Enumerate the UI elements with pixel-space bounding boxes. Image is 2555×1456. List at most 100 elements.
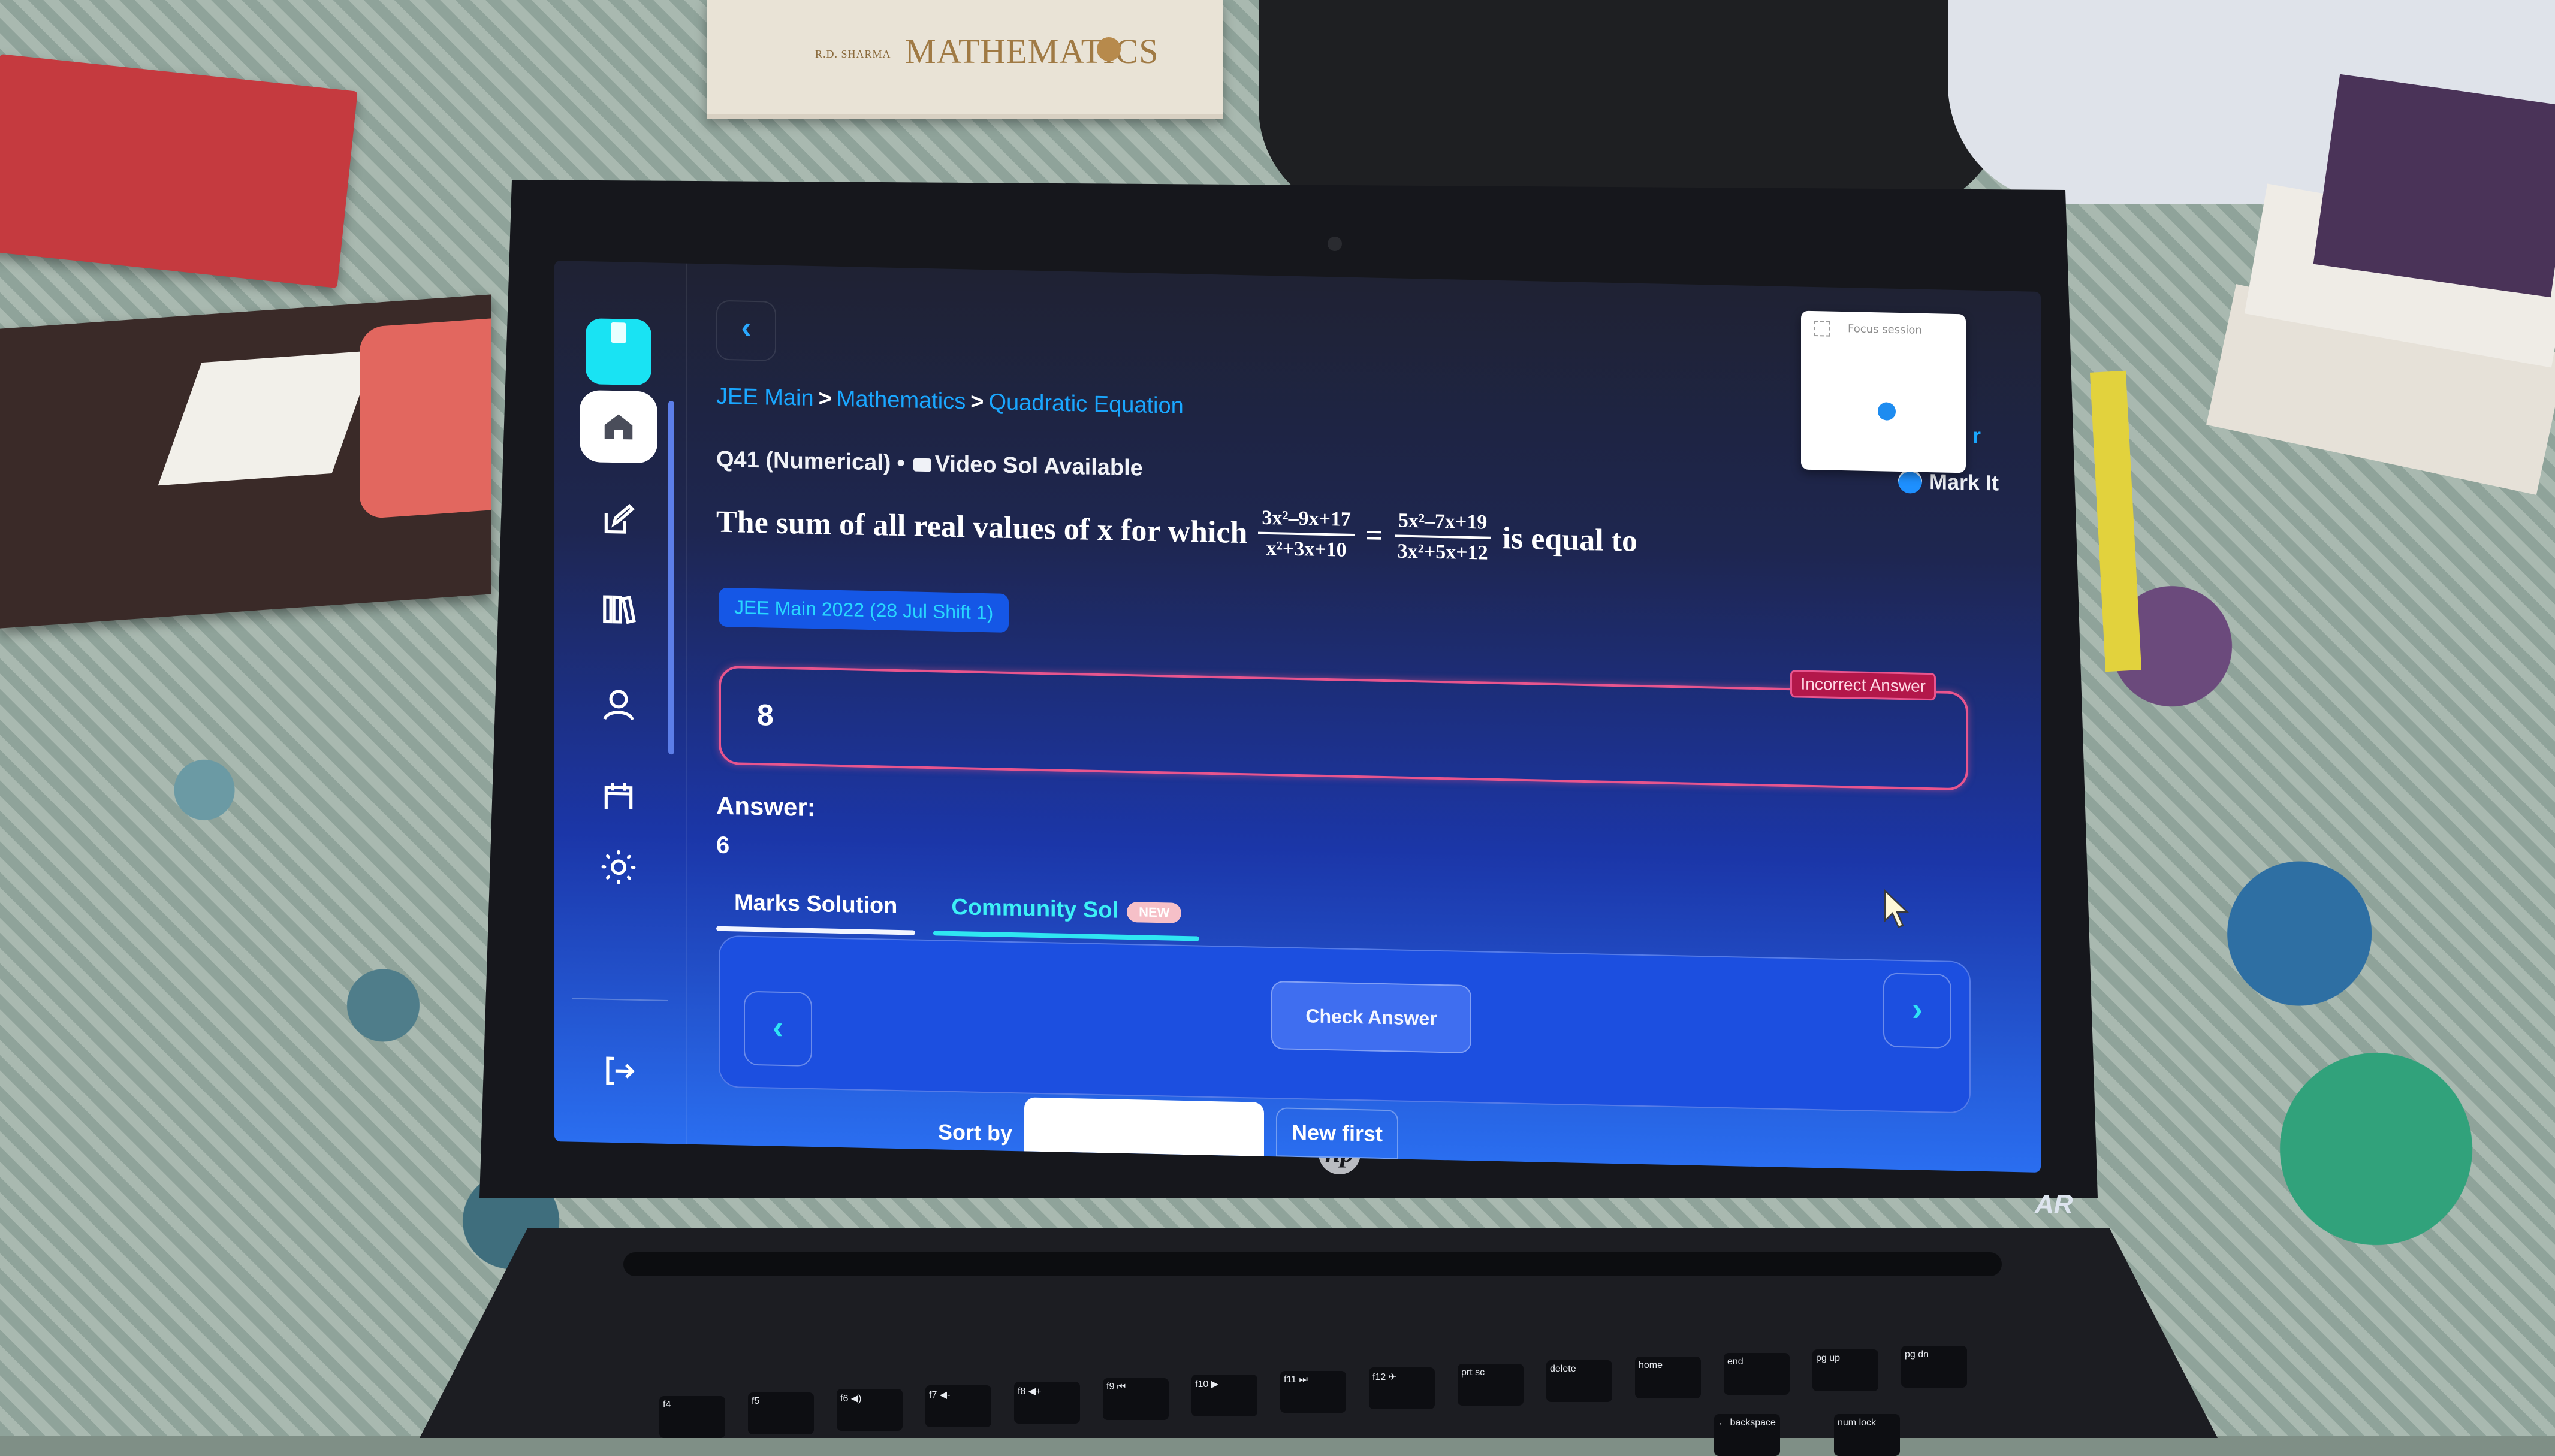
mark-it-toggle[interactable]: Mark It <box>1898 469 1999 496</box>
keyboard-key: f12 ✈ <box>1369 1367 1435 1409</box>
exam-tag[interactable]: JEE Main 2022 (28 Jul Shift 1) <box>719 587 1009 633</box>
sidebar-item-theme[interactable] <box>580 830 657 904</box>
sort-option-new-first[interactable]: New first <box>1276 1107 1399 1159</box>
question-text-before: The sum of all real values of x for whic… <box>716 505 1248 550</box>
keyboard-key: f11 ⏭ <box>1280 1371 1346 1413</box>
expand-icon[interactable] <box>1814 321 1830 337</box>
keyboard-key: end <box>1724 1353 1790 1395</box>
correct-answer-value: 6 <box>716 832 730 859</box>
book <box>2313 74 2555 298</box>
keyboard-key: f7 ◀- <box>925 1385 991 1427</box>
main-content: ‹ JEE Main > Mathematics > Quadratic Equatio… <box>710 264 2041 1173</box>
focus-session-title: Focus session <box>1848 322 1922 337</box>
logout-icon <box>606 1056 635 1085</box>
book-author: R.D. SHARMA <box>815 48 891 60</box>
solution-tabs: Marks Solution Community Sol NEW <box>716 881 1199 941</box>
lhs-numerator: 3x²–9x+17 <box>1258 506 1355 537</box>
notebook-label <box>158 350 376 486</box>
answer-input[interactable]: 8 Incorrect Answer <box>719 665 1968 791</box>
sidebar-item-practice[interactable] <box>580 483 657 557</box>
breadcrumb-separator: > <box>818 386 832 412</box>
keyboard-key: f9 ⏮ <box>1103 1378 1169 1420</box>
incorrect-answer-badge: Incorrect Answer <box>1790 670 1936 701</box>
keyboard-key: pg up <box>1812 1349 1878 1391</box>
tab-community-sol[interactable]: Community Sol NEW <box>933 886 1199 941</box>
edit-icon <box>604 503 635 534</box>
tab-label: Marks Solution <box>734 890 898 919</box>
sidebar-item-calendar[interactable] <box>580 759 657 832</box>
sidebar-item-library[interactable] <box>580 573 657 647</box>
rhs-numerator: 5x²–7x+19 <box>1394 509 1491 539</box>
answer-label: Answer: <box>716 791 816 822</box>
sun-icon <box>601 850 636 884</box>
breadcrumb-separator: > <box>970 389 984 415</box>
question-meta: Q41 (Numerical) • Video Sol Available <box>716 447 1143 482</box>
spiral-notebook <box>0 294 491 629</box>
keyboard-key: f8 ◀+ <box>1014 1382 1080 1424</box>
focus-session-widget[interactable]: Focus session <box>1801 310 1966 473</box>
keyboard-key: prt sc <box>1458 1364 1524 1406</box>
question-text-after: is equal to <box>1502 521 1637 558</box>
obscured-text: r <box>1972 423 1981 448</box>
sort-controls: Sort by New first <box>938 1095 1399 1159</box>
rhs-denominator: 3x²+5x+12 <box>1397 540 1488 564</box>
app-logo[interactable] <box>586 318 651 386</box>
keyboard-key: f6 ◀) <box>837 1389 903 1431</box>
keyboard-key: f4 <box>659 1396 725 1438</box>
mouse-cursor-icon <box>1884 889 1910 928</box>
keyboard-key: ← backspace <box>1714 1414 1780 1456</box>
keyboard-key: f5 <box>748 1392 814 1434</box>
laptop-sticker: AR <box>2035 1189 2073 1219</box>
back-button[interactable]: ‹ <box>716 300 776 361</box>
video-camera-icon <box>913 458 931 472</box>
solution-panel: ‹ Check Answer › <box>719 935 1971 1114</box>
lhs-denominator: x²+3x+10 <box>1266 537 1347 561</box>
book-volume-icon <box>1097 37 1121 61</box>
previous-solution-button[interactable]: ‹ <box>744 990 812 1067</box>
lhs-fraction: 3x²–9x+17 x²+3x+10 <box>1258 506 1355 563</box>
keyboard: f4 f5 f6 ◀) f7 ◀- f8 ◀+ f9 ⏮ f10 ▶ f11 ⏭ f12 ✈ pr… <box>659 1346 2218 1456</box>
rhs-fraction: 5x²–7x+19 3x²+5x+12 <box>1394 509 1492 565</box>
book-stack <box>2206 74 2555 545</box>
next-solution-button[interactable]: › <box>1883 972 1951 1049</box>
question-id: Q41 (Numerical) <box>716 446 891 476</box>
keyboard-key: f10 ▶ <box>1191 1375 1257 1416</box>
breadcrumb-mathematics[interactable]: Mathematics <box>837 386 966 415</box>
black-bag <box>1259 0 2008 216</box>
breadcrumb: JEE Main > Mathematics > Quadratic Equation <box>716 384 1184 419</box>
user-icon <box>603 690 634 721</box>
red-book <box>0 54 358 288</box>
tab-marks-solution[interactable]: Marks Solution <box>716 881 915 935</box>
question-text: The sum of all real values of x for whic… <box>716 495 1637 568</box>
sidebar-divider <box>572 998 668 1001</box>
tab-label: Community Sol <box>951 894 1119 923</box>
mathematics-book: R.D. SHARMA MATHEMATICS <box>707 0 1223 119</box>
laptop-screen: ‹ JEE Main > Mathematics > Quadratic Equatio… <box>554 261 2041 1173</box>
check-answer-button[interactable]: Check Answer <box>1271 981 1471 1054</box>
meta-separator: • <box>897 450 905 476</box>
sort-by-label: Sort by <box>938 1119 1013 1146</box>
home-icon <box>604 414 633 440</box>
notebook-car-art <box>360 318 491 519</box>
user-answer-value: 8 <box>757 698 774 732</box>
focus-indicator-icon <box>1878 402 1896 421</box>
breadcrumb-quadratic-equation[interactable]: Quadratic Equation <box>988 389 1183 419</box>
keyboard-key: pg dn <box>1901 1346 1967 1388</box>
equals-sign: = <box>1365 518 1383 553</box>
sort-select[interactable] <box>1024 1097 1265 1156</box>
mark-it-radio-icon <box>1898 469 1922 494</box>
keyboard-key: delete <box>1546 1360 1612 1402</box>
sidebar <box>554 261 687 1144</box>
sidebar-item-logout[interactable] <box>580 1034 657 1108</box>
laptop-hinge <box>623 1252 2002 1276</box>
video-sol-available[interactable]: Video Sol Available <box>935 451 1143 481</box>
keyboard-key: num lock <box>1834 1414 1900 1456</box>
book-title: MATHEMATICS <box>905 32 1159 71</box>
sidebar-scrollbar[interactable] <box>668 400 674 755</box>
library-icon <box>603 595 636 624</box>
breadcrumb-jee-main[interactable]: JEE Main <box>716 384 814 411</box>
sidebar-item-profile[interactable] <box>580 669 657 742</box>
calendar-icon <box>604 783 633 809</box>
new-badge: NEW <box>1127 901 1182 923</box>
sidebar-item-home[interactable] <box>580 389 657 464</box>
